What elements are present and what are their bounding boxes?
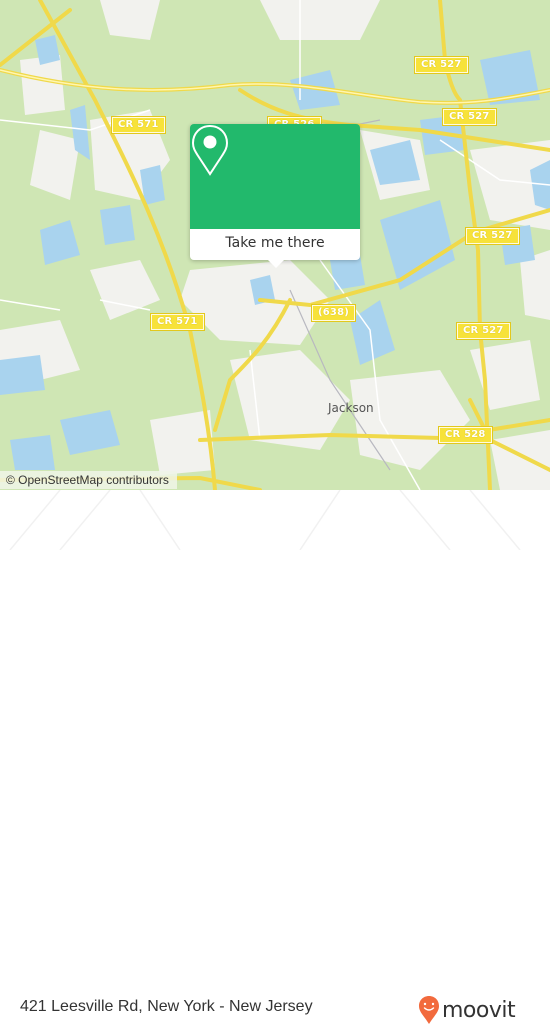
road-label-638: (638) [310, 304, 357, 322]
popup-tail [268, 260, 284, 268]
moovit-logo-text: moovit [442, 997, 516, 1023]
moovit-logo[interactable]: moovit [418, 995, 516, 1025]
road-label-cr571: CR 571 [150, 313, 205, 331]
road-label-cr527: CR 527 [442, 108, 497, 126]
moovit-pin-logo-icon [419, 996, 439, 1024]
popup-header [190, 124, 360, 229]
road-label-cr527: CR 527 [456, 322, 511, 340]
map-pin-icon [191, 124, 229, 176]
road-label-cr528: CR 528 [438, 426, 493, 444]
location-popup: Take me there [190, 124, 360, 268]
map-view[interactable]: CR 527 CR 571 CR 526 CR 527 CR 527 CR 57… [0, 0, 550, 490]
road-label-cr527: CR 527 [414, 56, 469, 74]
take-me-there-button[interactable]: Take me there [190, 229, 360, 260]
road-label-cr527: CR 527 [465, 227, 520, 245]
road-label-cr571: CR 571 [111, 116, 166, 134]
map-attribution[interactable]: © OpenStreetMap contributors [0, 471, 177, 489]
town-label-jackson: Jackson [328, 401, 374, 415]
address-text: 421 Leesville Rd, New York - New Jersey [20, 998, 313, 1015]
footer: 421 Leesville Rd, New York - New Jersey … [0, 490, 550, 1024]
footer-background-pattern [9, 490, 521, 550]
